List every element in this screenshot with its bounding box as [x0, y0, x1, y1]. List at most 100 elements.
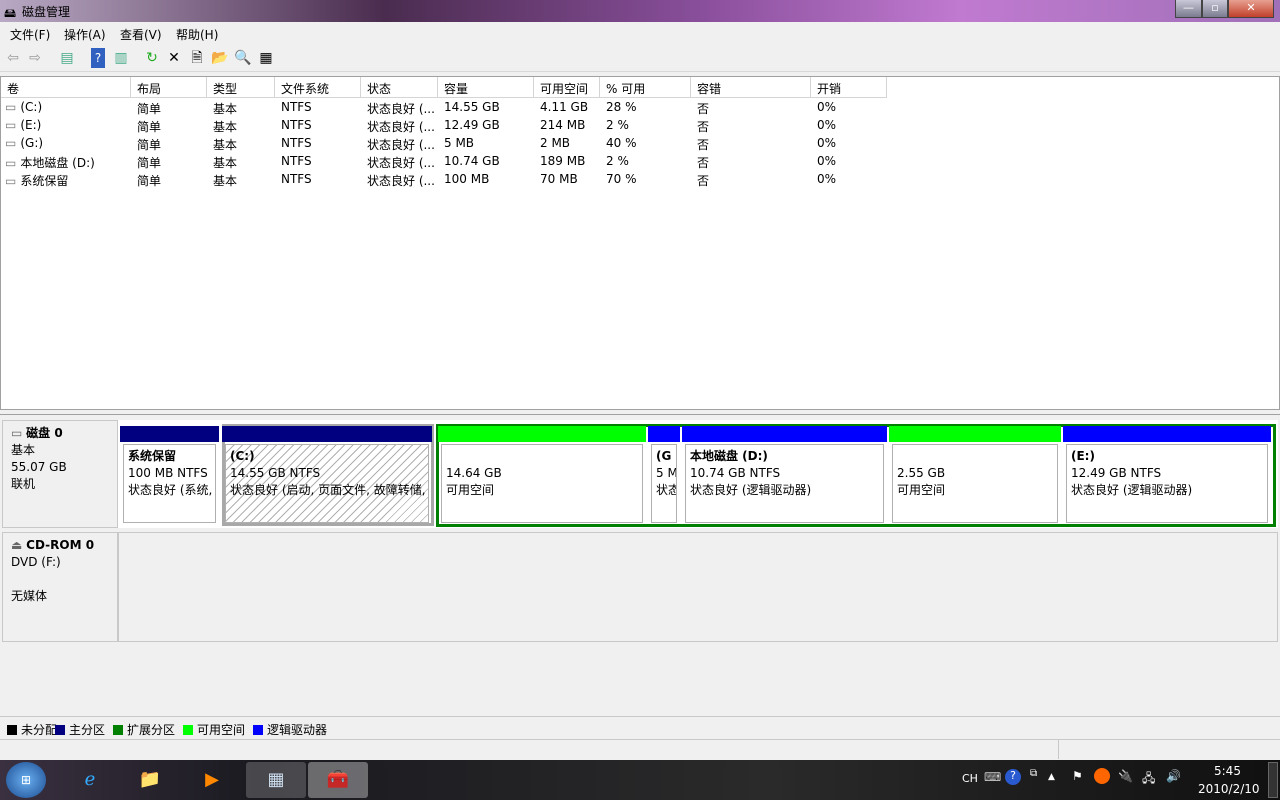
- col-layout[interactable]: 布局: [131, 77, 207, 98]
- app-tray-icon[interactable]: [1094, 768, 1110, 784]
- settings-icon[interactable]: ▦: [256, 48, 276, 68]
- cell-text: 基本: [213, 102, 238, 116]
- show-hidden-icons[interactable]: ▲: [1048, 772, 1055, 782]
- taskbar-media-player-icon[interactable]: ▶: [182, 762, 242, 798]
- partition-3[interactable]: (G 5 M 状态: [651, 444, 677, 523]
- power-icon[interactable]: 🔌: [1118, 769, 1133, 783]
- cell-3: NTFS: [275, 134, 361, 152]
- col-volume[interactable]: 卷: [1, 77, 131, 98]
- cell-5: 10.74 GB: [438, 152, 534, 170]
- cell-text: 0%: [817, 172, 837, 186]
- menu-file[interactable]: 文件(F): [10, 26, 50, 43]
- delete-icon[interactable]: ✕: [164, 48, 184, 68]
- partition-2[interactable]: 14.64 GB 可用空间: [441, 444, 643, 523]
- partition-0[interactable]: 系统保留 100 MB NTFS 状态良好 (系统,: [123, 444, 216, 523]
- partition-name: 系统保留: [128, 449, 177, 463]
- disk-icon: ▭: [11, 426, 27, 440]
- menu-help[interactable]: 帮助(H): [176, 26, 218, 43]
- cell-3: NTFS: [275, 98, 361, 116]
- volume-icon[interactable]: 🔊: [1166, 769, 1181, 783]
- col-overhead[interactable]: 开销: [811, 77, 887, 98]
- cell-9: 0%: [811, 170, 887, 188]
- cell-1: 简单: [131, 116, 207, 134]
- partition-6[interactable]: (E:) 12.49 GB NTFS 状态良好 (逻辑驱动器): [1066, 444, 1268, 523]
- cell-0: ▭ (G:): [1, 134, 131, 152]
- col-percent-free[interactable]: % 可用: [600, 77, 691, 98]
- cell-text: 189 MB: [540, 154, 586, 168]
- cell-text: 2 MB: [540, 136, 571, 150]
- volume-row[interactable]: ▭ (C:) 简单 基本 NTFS 状态良好 (... 14.55 GB 4.11 GB 28 …: [1, 98, 1279, 116]
- cell-text: 4.11 GB: [540, 100, 589, 114]
- volume-row[interactable]: ▭ (G:) 简单 基本 NTFS 状态良好 (... 5 MB 2 MB 40 % 否 0%: [1, 134, 1279, 152]
- legend-label: 扩展分区: [127, 723, 176, 737]
- cell-text: 状态良好 (...: [367, 120, 435, 134]
- disk-0-label[interactable]: ▭ 磁盘 0 基本 55.07 GB 联机: [2, 420, 118, 528]
- menu-view[interactable]: 查看(V): [120, 26, 162, 43]
- cdrom-0-label[interactable]: ⏏ CD-ROM 0 DVD (F:) 无媒体: [2, 532, 118, 642]
- partition-1[interactable]: (C:) 14.55 GB NTFS 状态良好 (启动, 页面文件, 故障转储,: [225, 444, 429, 523]
- col-capacity[interactable]: 容量: [438, 77, 534, 98]
- partition-status: 状态良好 (启动, 页面文件, 故障转储,: [230, 483, 426, 497]
- partition-size: 2.55 GB: [897, 466, 946, 480]
- partition-status: 状态良好 (系统,: [128, 483, 213, 497]
- show-desktop-button[interactable]: [1268, 762, 1278, 798]
- legend-item: 扩展分区: [113, 721, 175, 738]
- back-icon[interactable]: ⇦: [3, 48, 23, 68]
- taskbar-control-panel-icon[interactable]: ▦: [246, 762, 306, 798]
- volume-row[interactable]: ▭ (E:) 简单 基本 NTFS 状态良好 (... 12.49 GB 214 MB 2 % 否…: [1, 116, 1279, 134]
- show-hide-console-tree-icon[interactable]: ▤: [57, 48, 77, 68]
- taskbar-ie-icon[interactable]: ℯ: [60, 762, 120, 798]
- cell-text: (G:): [20, 136, 44, 150]
- col-free-space[interactable]: 可用空间: [534, 77, 600, 98]
- help-icon[interactable]: ?: [91, 48, 105, 68]
- clock-date[interactable]: 2010/2/10: [1198, 782, 1260, 796]
- cell-5: 5 MB: [438, 134, 534, 152]
- start-button[interactable]: ⊞: [6, 762, 46, 798]
- legend-item: 主分区: [55, 721, 105, 738]
- partition-status: 状态: [656, 483, 676, 497]
- explore-icon[interactable]: 🔍: [233, 48, 253, 68]
- forward-icon[interactable]: ⇨: [25, 48, 45, 68]
- col-fault-tolerance[interactable]: 容错: [691, 77, 811, 98]
- partition-5[interactable]: 2.55 GB 可用空间: [892, 444, 1058, 523]
- cell-2: 基本: [207, 170, 275, 188]
- cell-4: 状态良好 (...: [361, 98, 438, 116]
- properties-icon[interactable]: 🗎: [187, 48, 207, 68]
- cell-4: 状态良好 (...: [361, 116, 438, 134]
- cell-5: 14.55 GB: [438, 98, 534, 116]
- cell-text: 5 MB: [444, 136, 475, 150]
- partition-4[interactable]: 本地磁盘 (D:) 10.74 GB NTFS 状态良好 (逻辑驱动器): [685, 444, 884, 523]
- minimize-button[interactable]: —: [1175, 0, 1202, 18]
- cell-9: 0%: [811, 152, 887, 170]
- volume-row[interactable]: ▭ 系统保留 简单 基本 NTFS 状态良好 (... 100 MB 70 MB 70 % 否 0%: [1, 170, 1279, 188]
- show-action-pane-icon[interactable]: ▥: [111, 48, 131, 68]
- keyboard-icon[interactable]: ⌨: [984, 770, 1001, 784]
- menu-action[interactable]: 操作(A): [64, 26, 106, 43]
- cell-8: 否: [691, 134, 811, 152]
- network-icon[interactable]: 🖧: [1142, 769, 1155, 790]
- close-button[interactable]: ✕: [1228, 0, 1274, 18]
- col-status[interactable]: 状态: [361, 77, 438, 98]
- language-bar-icon[interactable]: ⧉: [1030, 768, 1037, 779]
- maximize-button[interactable]: ▫: [1202, 0, 1228, 18]
- col-type[interactable]: 类型: [207, 77, 275, 98]
- cell-4: 状态良好 (...: [361, 170, 438, 188]
- cell-text: 100 MB: [444, 172, 490, 186]
- refresh-icon[interactable]: ↻: [142, 48, 162, 68]
- clock-time[interactable]: 5:45: [1214, 764, 1241, 778]
- volume-row[interactable]: ▭ 本地磁盘 (D:) 简单 基本 NTFS 状态良好 (... 10.74 GB 189 M…: [1, 152, 1279, 170]
- disk-0-name: 磁盘 0: [26, 426, 63, 440]
- status-bar: [0, 739, 1280, 759]
- legend-item: 未分配: [7, 721, 57, 738]
- taskbar-explorer-icon[interactable]: 📁: [120, 762, 180, 798]
- taskbar-computer-management-icon[interactable]: 🧰: [308, 762, 368, 798]
- cell-text: 14.55 GB: [444, 100, 500, 114]
- cell-1: 简单: [131, 170, 207, 188]
- open-folder-icon[interactable]: 📂: [210, 48, 230, 68]
- language-indicator[interactable]: CH: [962, 772, 978, 785]
- help-tray-icon[interactable]: ?: [1005, 769, 1021, 785]
- cell-3: NTFS: [275, 170, 361, 188]
- action-center-flag-icon[interactable]: ⚑: [1072, 769, 1083, 783]
- cell-5: 100 MB: [438, 170, 534, 188]
- col-filesystem[interactable]: 文件系统: [275, 77, 361, 98]
